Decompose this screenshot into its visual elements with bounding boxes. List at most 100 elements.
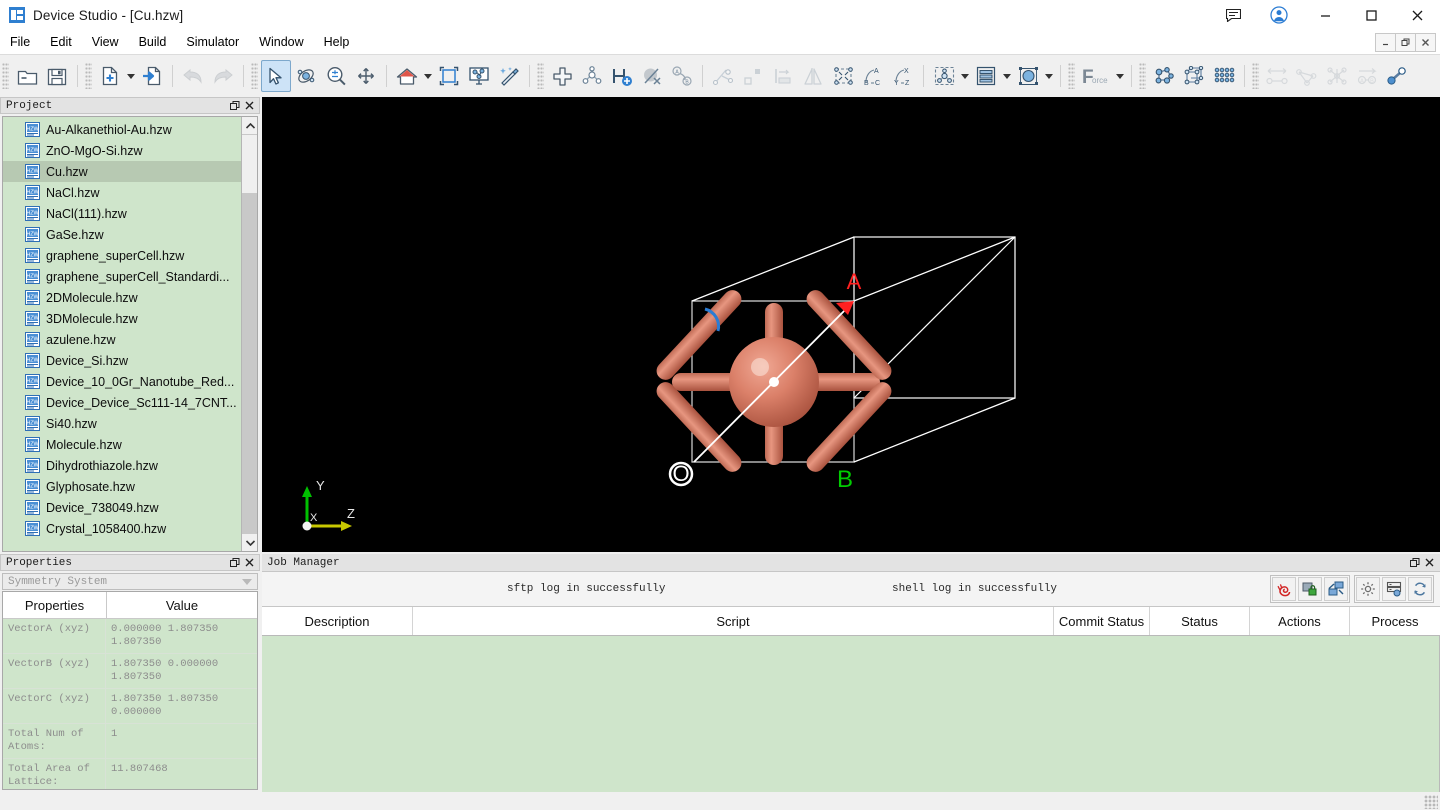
- project-file-item[interactable]: HZWazulene.hzw: [3, 329, 241, 350]
- open-folder-icon[interactable]: [12, 60, 42, 92]
- menu-simulator[interactable]: Simulator: [176, 32, 249, 52]
- snail-icon[interactable]: [1272, 577, 1296, 601]
- structure-viewport-3d[interactable]: O A B Y Z X: [262, 97, 1440, 552]
- layers-icon[interactable]: [971, 60, 1001, 92]
- gear-icon[interactable]: [1356, 577, 1380, 601]
- float-window-icon[interactable]: [1408, 555, 1422, 570]
- force-field-dropdown-caret[interactable]: [1114, 61, 1126, 91]
- project-file-item[interactable]: HZWCu.hzw: [3, 161, 241, 182]
- pan-move-icon[interactable]: [351, 60, 381, 92]
- job-table-body[interactable]: [262, 636, 1440, 792]
- undo-arrow-icon[interactable]: [178, 60, 208, 92]
- project-file-item[interactable]: HZWAu-Alkanethiol-Au.hzw: [3, 119, 241, 140]
- job-column-header[interactable]: Commit Status: [1054, 607, 1150, 635]
- toolbar-grip[interactable]: [537, 63, 544, 89]
- rotate-molecule-icon[interactable]: [291, 60, 321, 92]
- mdi-minimize-button[interactable]: [1375, 33, 1396, 52]
- project-file-tree[interactable]: HZWAu-Alkanethiol-Au.hzwHZWZnO-MgO-Si.hz…: [2, 116, 258, 552]
- project-file-item[interactable]: HZWgraphene_superCell_Standardi...: [3, 266, 241, 287]
- add-atom-plus-icon[interactable]: [547, 60, 577, 92]
- torsion-measure-icon[interactable]: [1322, 60, 1352, 92]
- project-file-item[interactable]: HZWNaCl(111).hzw: [3, 203, 241, 224]
- vector-ab-icon[interactable]: AB: [1352, 60, 1382, 92]
- bond-angle-icon[interactable]: [708, 60, 738, 92]
- menu-file[interactable]: File: [0, 32, 40, 52]
- close-icon[interactable]: [1422, 555, 1436, 570]
- angle-abc-icon[interactable]: ABC: [858, 60, 888, 92]
- project-file-item[interactable]: HZWGaSe.hzw: [3, 224, 241, 245]
- job-column-header[interactable]: Script: [413, 607, 1054, 635]
- user-account-icon[interactable]: [1256, 0, 1302, 30]
- server-config-icon[interactable]: [1382, 577, 1406, 601]
- dihedral-xyz-icon[interactable]: XYZ: [888, 60, 918, 92]
- home-view-icon[interactable]: [392, 60, 422, 92]
- menu-view[interactable]: View: [82, 32, 129, 52]
- new-document-icon[interactable]: [95, 60, 125, 92]
- scroll-down-icon[interactable]: [242, 534, 258, 551]
- scale-box-icon[interactable]: [738, 60, 768, 92]
- transfer-icon[interactable]: [1324, 577, 1348, 601]
- bond-pair-icon[interactable]: [1382, 60, 1412, 92]
- close-icon[interactable]: [242, 98, 256, 113]
- structure-display-dropdown-caret[interactable]: [959, 61, 971, 91]
- sphere-display-icon[interactable]: [1013, 60, 1043, 92]
- toolbar-grip[interactable]: [1068, 63, 1075, 89]
- project-tree-scrollbar[interactable]: [241, 117, 257, 551]
- magic-wand-icon[interactable]: [494, 60, 524, 92]
- save-icon[interactable]: [42, 60, 72, 92]
- float-window-icon[interactable]: [228, 555, 242, 570]
- resize-grip-icon[interactable]: [1424, 795, 1438, 809]
- mirror-icon[interactable]: [798, 60, 828, 92]
- comment-icon[interactable]: [1210, 0, 1256, 30]
- window-maximize-button[interactable]: [1348, 0, 1394, 30]
- window-close-button[interactable]: [1394, 0, 1440, 30]
- project-file-item[interactable]: HZWDevice_Device_Sc111-14_7CNT...: [3, 392, 241, 413]
- toolbar-grip[interactable]: [85, 63, 92, 89]
- toolbar-grip[interactable]: [2, 63, 9, 89]
- lock-server-icon[interactable]: [1298, 577, 1322, 601]
- fit-frame-icon[interactable]: [434, 60, 464, 92]
- toolbar-grip[interactable]: [251, 63, 258, 89]
- project-file-item[interactable]: HZWCrystal_1058400.hzw: [3, 518, 241, 539]
- lattice-box-icon[interactable]: [828, 60, 858, 92]
- project-file-item[interactable]: HZWDihydrothiazole.hzw: [3, 455, 241, 476]
- zoom-magnifier-icon[interactable]: [321, 60, 351, 92]
- unit-cell-icon[interactable]: [1179, 60, 1209, 92]
- force-field-icon[interactable]: Force: [1078, 60, 1114, 92]
- home-view-dropdown-caret[interactable]: [422, 61, 434, 91]
- job-column-header[interactable]: Status: [1150, 607, 1250, 635]
- scrollbar-thumb[interactable]: [242, 135, 258, 193]
- project-file-item[interactable]: HZWDevice_Si.hzw: [3, 350, 241, 371]
- project-file-item[interactable]: HZW2DMolecule.hzw: [3, 287, 241, 308]
- menu-edit[interactable]: Edit: [40, 32, 82, 52]
- sphere-display-dropdown-caret[interactable]: [1043, 61, 1055, 91]
- menu-window[interactable]: Window: [249, 32, 313, 52]
- window-minimize-button[interactable]: [1302, 0, 1348, 30]
- project-file-item[interactable]: HZWgraphene_superCell.hzw: [3, 245, 241, 266]
- new-document-dropdown-caret[interactable]: [125, 61, 137, 91]
- delete-atom-icon[interactable]: [637, 60, 667, 92]
- mdi-close-button[interactable]: [1415, 33, 1436, 52]
- project-file-item[interactable]: HZWZnO-MgO-Si.hzw: [3, 140, 241, 161]
- export-document-icon[interactable]: [137, 60, 167, 92]
- symmetry-system-select[interactable]: Symmetry System: [2, 573, 258, 590]
- toolbar-grip[interactable]: [1139, 63, 1146, 89]
- close-icon[interactable]: [242, 555, 256, 570]
- scroll-up-icon[interactable]: [242, 117, 258, 134]
- angle-measure-icon[interactable]: [1292, 60, 1322, 92]
- cursor-arrow-icon[interactable]: [261, 60, 291, 92]
- project-file-item[interactable]: HZWGlyphosate.hzw: [3, 476, 241, 497]
- distance-measure-icon[interactable]: [1262, 60, 1292, 92]
- supercell-icon[interactable]: [1209, 60, 1239, 92]
- project-file-item[interactable]: HZW3DMolecule.hzw: [3, 308, 241, 329]
- job-column-header[interactable]: Description: [262, 607, 413, 635]
- project-file-item[interactable]: HZWMolecule.hzw: [3, 434, 241, 455]
- structure-display-icon[interactable]: [929, 60, 959, 92]
- float-window-icon[interactable]: [228, 98, 242, 113]
- job-column-header[interactable]: Actions: [1250, 607, 1350, 635]
- add-hydrogen-icon[interactable]: [607, 60, 637, 92]
- job-column-header[interactable]: Process: [1350, 607, 1440, 635]
- toolbar-grip[interactable]: [1252, 63, 1259, 89]
- project-file-item[interactable]: HZWSi40.hzw: [3, 413, 241, 434]
- project-file-item[interactable]: HZWDevice_10_0Gr_Nanotube_Red...: [3, 371, 241, 392]
